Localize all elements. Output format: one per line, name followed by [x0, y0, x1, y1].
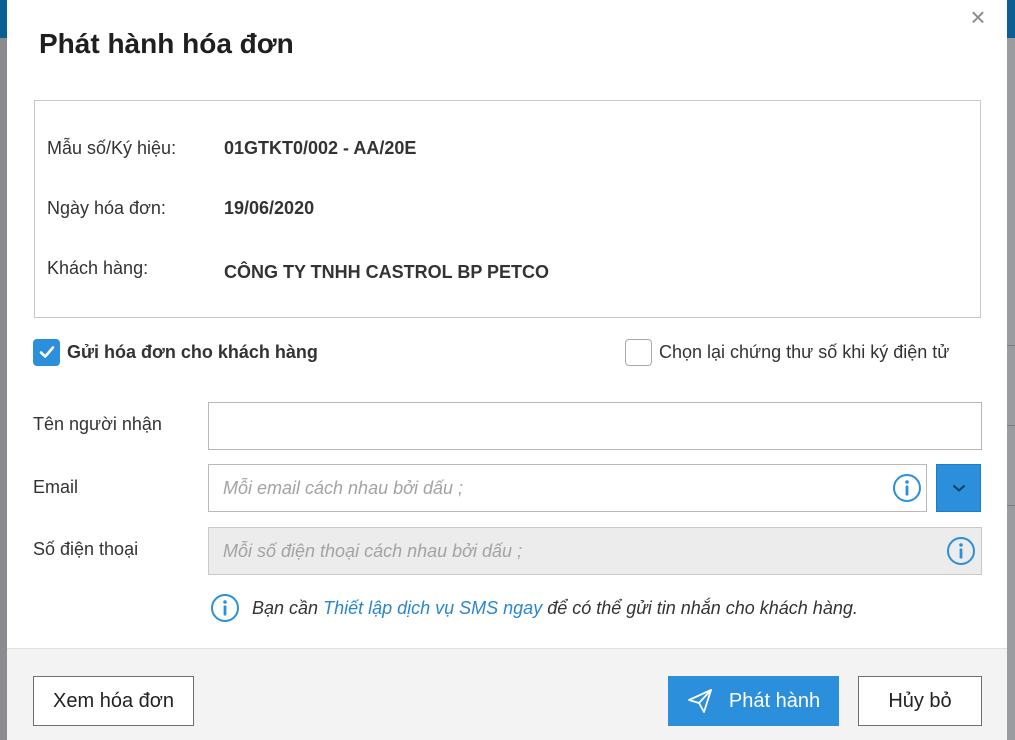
- email-input[interactable]: [208, 464, 927, 512]
- sms-note-suffix: để có thể gửi tin nhắn cho khách hàng.: [547, 597, 858, 618]
- info-icon: [211, 594, 239, 622]
- email-label: Email: [33, 477, 79, 497]
- issue-label: Phát hành: [728, 689, 821, 712]
- cancel-label: Hủy bỏ: [888, 689, 952, 712]
- phone-label: Số điện thoại: [33, 539, 139, 559]
- view-invoice-button[interactable]: Xem hóa đơn: [33, 676, 194, 726]
- background-divider: [1007, 505, 1015, 506]
- send-to-customer-label: Gửi hóa đơn cho khách hàng: [67, 341, 318, 362]
- send-to-customer-option[interactable]: Gửi hóa đơn cho khách hàng: [33, 337, 318, 367]
- reselect-certificate-checkbox[interactable]: [625, 338, 652, 366]
- close-button[interactable]: ×: [967, 4, 989, 30]
- issue-invoice-dialog: × Phát hành hóa đơn Mẫu số/Ký hiệu: 01GT…: [7, 0, 1007, 740]
- chevron-down-icon: [952, 485, 965, 492]
- send-to-customer-checkbox[interactable]: [33, 338, 60, 366]
- view-invoice-label: Xem hóa đơn: [53, 689, 174, 712]
- email-dropdown-button[interactable]: [936, 464, 981, 512]
- info-icon[interactable]: [946, 536, 976, 566]
- invoice-date-label: Ngày hóa đơn:: [47, 198, 166, 218]
- check-icon: [39, 346, 54, 358]
- info-icon[interactable]: [892, 473, 922, 503]
- template-symbol-value: 01GTKT0/002 - AA/20E: [224, 138, 417, 158]
- customer-label: Khách hàng:: [47, 258, 149, 278]
- phone-input[interactable]: [208, 527, 982, 575]
- sms-setup-link[interactable]: Thiết lập dịch vụ SMS ngay: [323, 598, 542, 619]
- reselect-certificate-label: Chọn lại chứng thư số khi ký điện tử: [659, 341, 950, 362]
- invoice-date-value: 19/06/2020: [224, 198, 315, 218]
- background-content-strip: [1007, 38, 1015, 740]
- customer-value: CÔNG TY TNHH CASTROL BP PETCO: [224, 262, 550, 282]
- background-divider: [1007, 345, 1015, 346]
- dialog-title: Phát hành hóa đơn: [39, 28, 294, 59]
- background-divider: [1007, 425, 1015, 426]
- recipient-name-input[interactable]: [208, 402, 982, 450]
- issue-button[interactable]: Phát hành: [668, 676, 839, 726]
- recipient-name-label: Tên người nhận: [33, 414, 162, 434]
- template-symbol-label: Mẫu số/Ký hiệu:: [47, 138, 177, 158]
- sms-note-prefix: Bạn cần: [252, 597, 319, 618]
- invoice-info-box: Mẫu số/Ký hiệu: 01GTKT0/002 - AA/20E Ngà…: [34, 100, 981, 318]
- reselect-certificate-option[interactable]: Chọn lại chứng thư số khi ký điện tử: [625, 337, 949, 367]
- sms-setup-note: Bạn cần Thiết lập dịch vụ SMS ngay để có…: [210, 593, 858, 623]
- cancel-button[interactable]: Hủy bỏ: [858, 676, 982, 726]
- dialog-footer: Xem hóa đơn Phát hành Hủy bỏ: [7, 648, 1007, 740]
- paper-plane-icon: [687, 689, 712, 713]
- close-icon: ×: [970, 2, 986, 32]
